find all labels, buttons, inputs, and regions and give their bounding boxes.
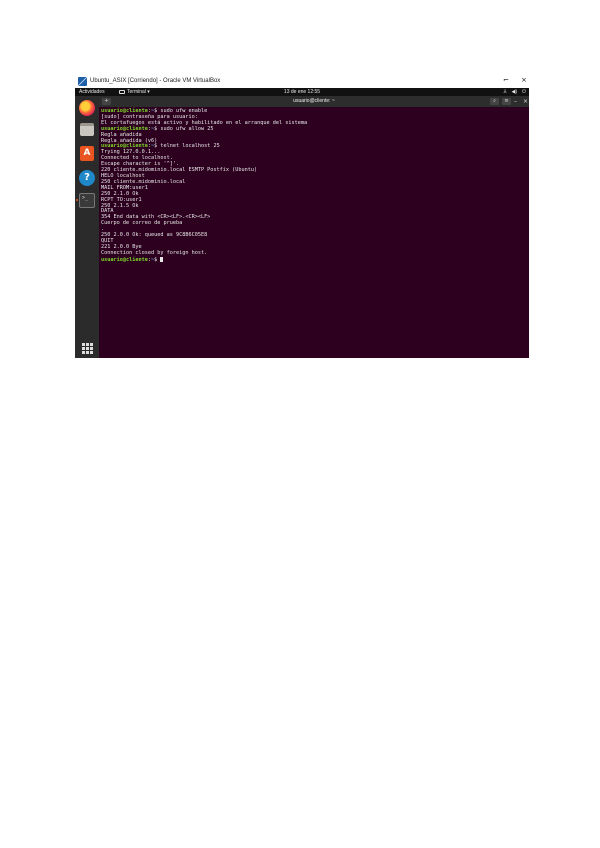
running-indicator [76,199,78,201]
network-icon: ⅄ [503,89,507,95]
command-text: $ sudo ufw allow 25 [154,125,214,132]
ubuntu-software-icon[interactable]: A [80,146,94,161]
terminal-title: usuario@cliente: ~ [293,98,335,104]
help-icon[interactable]: ? [79,170,95,186]
dock: A ? >_ [75,96,99,358]
terminal-line: usuario@cliente:~$ [101,256,526,264]
clock[interactable]: 13 de ene 12:55 [284,88,320,96]
prompt-user: usuario@cliente [101,125,148,132]
window-title: Ubuntu_ASIX [Corriendo] - Oracle VM Virt… [90,78,221,84]
app-menu[interactable]: Terminal ▾ [119,88,150,96]
minimize-button[interactable]: – [514,96,517,107]
activities-button[interactable]: Actividades [79,88,105,96]
gnome-top-bar: Actividades Terminal ▾ 13 de ene 12:55 ⅄… [75,88,529,96]
virtualbox-titlebar: Ubuntu_ASIX [Corriendo] - Oracle VM Virt… [75,74,529,88]
power-icon: ⏻ [522,89,526,95]
vm-screenshot: Ubuntu_ASIX [Corriendo] - Oracle VM Virt… [75,74,529,358]
terminal-small-icon [119,90,125,94]
show-applications-icon[interactable] [82,343,93,354]
command-text: $ telnet localhost 25 [154,143,220,150]
firefox-icon[interactable] [79,100,95,116]
restore-button[interactable]: ⌐ [503,76,509,84]
terminal-output[interactable]: usuario@cliente:~$ sudo ufw enable [sudo]… [101,108,526,264]
search-icon[interactable]: ⌕ [490,98,499,105]
new-tab-button[interactable]: + [102,98,111,105]
app-menu-label: Terminal ▾ [127,89,150,95]
terminal-close-button[interactable]: × [523,96,528,107]
files-icon[interactable] [80,123,94,136]
system-tray[interactable]: ⅄ ◀) ⏻ [503,88,526,96]
text-cursor [160,256,164,262]
terminal-headerbar: + usuario@cliente: ~ ⌕ ≡ – × [99,96,529,107]
prompt-user: usuario@cliente [101,256,148,263]
close-button[interactable]: × [521,76,527,84]
volume-icon: ◀) [511,89,518,95]
terminal-icon[interactable]: >_ [79,193,95,208]
menu-icon[interactable]: ≡ [502,98,511,105]
virtualbox-icon [78,76,87,86]
